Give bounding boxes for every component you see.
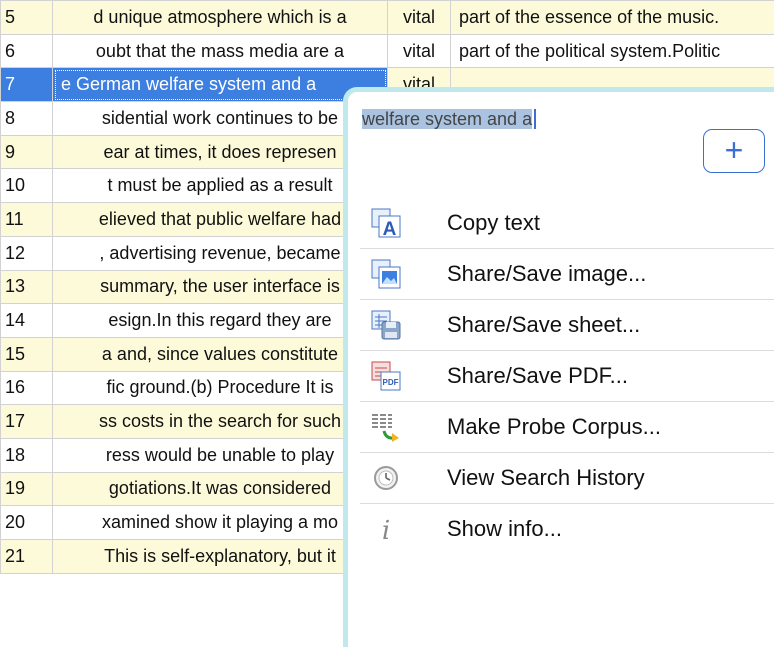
row-number-cell[interactable]: 6 — [1, 34, 53, 68]
left-context-cell[interactable]: , advertising revenue, became — [53, 236, 388, 270]
row-number-cell[interactable]: 21 — [1, 540, 53, 574]
svg-text:i: i — [382, 516, 390, 545]
right-context-cell[interactable]: part of the essence of the music. — [451, 1, 774, 35]
left-context-cell[interactable]: e German welfare system and a — [53, 68, 388, 102]
context-popup: welfare system and a + A Copy text Share/S… — [343, 87, 774, 647]
left-context-cell[interactable]: sidential work continues to be — [53, 102, 388, 136]
copy-text-icon: A — [370, 207, 402, 239]
row-number-cell[interactable]: 9 — [1, 135, 53, 169]
left-context-cell[interactable]: ress would be unable to play — [53, 438, 388, 472]
keyword-cell[interactable]: vital — [388, 1, 451, 35]
menu-item-label: Share/Save PDF... — [447, 363, 628, 389]
menu-item-share-image[interactable]: Share/Save image... — [360, 249, 774, 300]
left-context-cell[interactable]: elieved that public welfare had — [53, 203, 388, 237]
left-context-cell[interactable]: summary, the user interface is — [53, 270, 388, 304]
menu-item-label: Make Probe Corpus... — [447, 414, 661, 440]
menu-item-label: Share/Save image... — [447, 261, 646, 287]
action-menu: A Copy text Share/Save image... Share/Save … — [360, 198, 774, 554]
menu-item-share-sheet[interactable]: Share/Save sheet... — [360, 300, 774, 351]
left-context-cell[interactable]: ear at times, it does represen — [53, 135, 388, 169]
left-context-cell[interactable]: xamined show it playing a mo — [53, 506, 388, 540]
left-context-cell[interactable]: gotiations.It was considered — [53, 472, 388, 506]
text-caret — [534, 109, 536, 129]
table-row[interactable]: 6oubt that the mass media are avitalpart… — [1, 34, 774, 68]
left-context-cell[interactable]: a and, since values constitute — [53, 337, 388, 371]
menu-item-probe-corpus[interactable]: Make Probe Corpus... — [360, 402, 774, 453]
menu-item-label: View Search History — [447, 465, 645, 491]
probe-corpus-icon — [370, 411, 402, 443]
table-row[interactable]: 5d unique atmosphere which is avitalpart… — [1, 1, 774, 35]
right-context-cell[interactable]: part of the political system.Politic — [451, 34, 774, 68]
svg-text:PDF: PDF — [383, 378, 399, 387]
menu-item-copy-text[interactable]: A Copy text — [360, 198, 774, 249]
share-sheet-icon — [370, 309, 402, 341]
menu-item-label: Share/Save sheet... — [447, 312, 640, 338]
row-number-cell[interactable]: 14 — [1, 304, 53, 338]
selected-text-field[interactable]: welfare system and a — [362, 109, 536, 130]
menu-item-share-pdf[interactable]: PDF Share/Save PDF... — [360, 351, 774, 402]
keyword-cell[interactable]: vital — [388, 34, 451, 68]
menu-item-label: Show info... — [447, 516, 562, 542]
row-number-cell[interactable]: 8 — [1, 102, 53, 136]
row-number-cell[interactable]: 10 — [1, 169, 53, 203]
row-number-cell[interactable]: 19 — [1, 472, 53, 506]
menu-item-history[interactable]: View Search History — [360, 453, 774, 504]
row-number-cell[interactable]: 16 — [1, 371, 53, 405]
left-context-cell[interactable]: ss costs in the search for such — [53, 405, 388, 439]
row-number-cell[interactable]: 18 — [1, 438, 53, 472]
history-icon — [370, 462, 402, 494]
left-context-cell[interactable]: fic ground.(b) Procedure It is — [53, 371, 388, 405]
menu-item-info[interactable]: i Show info... — [360, 504, 774, 554]
row-number-cell[interactable]: 5 — [1, 1, 53, 35]
row-number-cell[interactable]: 7 — [1, 68, 53, 102]
svg-text:A: A — [383, 219, 397, 239]
info-icon: i — [370, 513, 402, 545]
menu-item-label: Copy text — [447, 210, 540, 236]
left-context-cell[interactable]: d unique atmosphere which is a — [53, 1, 388, 35]
share-image-icon — [370, 258, 402, 290]
add-button[interactable]: + — [703, 129, 765, 173]
selected-text: welfare system and a — [362, 109, 532, 129]
left-context-cell[interactable]: t must be applied as a result — [53, 169, 388, 203]
row-number-cell[interactable]: 15 — [1, 337, 53, 371]
row-number-cell[interactable]: 13 — [1, 270, 53, 304]
share-pdf-icon: PDF — [370, 360, 402, 392]
left-context-cell[interactable]: This is self-explanatory, but it — [53, 540, 388, 574]
row-number-cell[interactable]: 20 — [1, 506, 53, 540]
left-context-cell[interactable]: oubt that the mass media are a — [53, 34, 388, 68]
left-context-cell[interactable]: esign.In this regard they are — [53, 304, 388, 338]
row-number-cell[interactable]: 12 — [1, 236, 53, 270]
row-number-cell[interactable]: 17 — [1, 405, 53, 439]
row-number-cell[interactable]: 11 — [1, 203, 53, 237]
